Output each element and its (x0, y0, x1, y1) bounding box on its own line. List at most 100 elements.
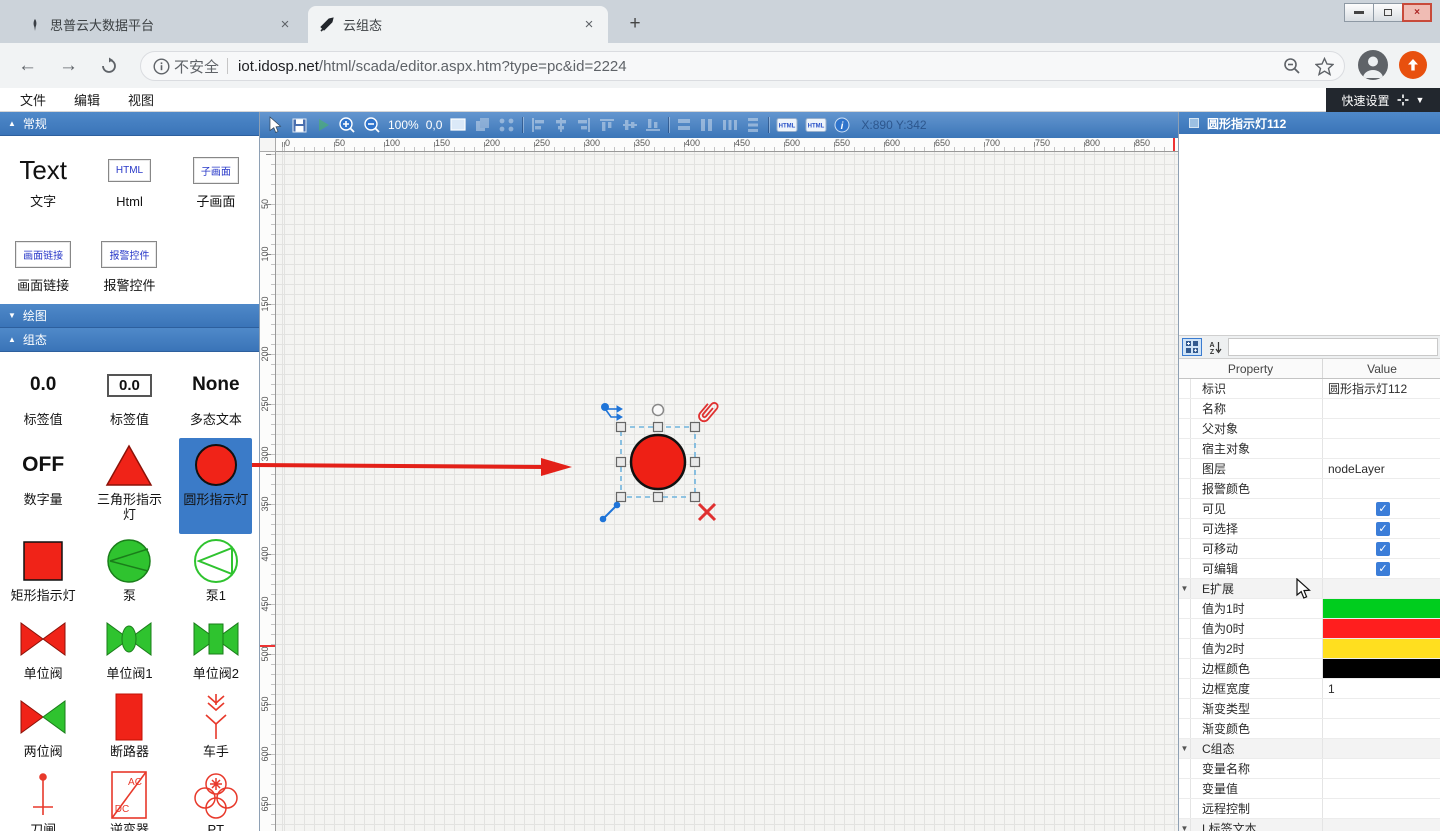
connector-tool-icon[interactable] (602, 404, 623, 421)
property-row[interactable]: 远程控制 (1179, 799, 1440, 819)
zoom-out-page-icon[interactable] (1283, 57, 1301, 75)
bookmark-star-icon[interactable] (1315, 57, 1334, 76)
distribute-h-icon[interactable] (722, 117, 738, 133)
color-swatch[interactable] (1323, 639, 1440, 658)
palette-item-alarm-control[interactable]: 报警控件 报警控件 (96, 230, 162, 296)
color-swatch[interactable] (1323, 659, 1440, 678)
select-cursor-icon[interactable] (266, 116, 284, 134)
rotate-handle[interactable] (653, 405, 664, 416)
palette-item-unit-valve[interactable]: 单位阀 (10, 612, 76, 690)
property-row[interactable]: 值为2时 (1179, 639, 1440, 659)
property-row[interactable]: 变量名称 (1179, 759, 1440, 779)
align-left-icon[interactable] (530, 117, 546, 133)
property-row[interactable]: 标识圆形指示灯112 (1179, 379, 1440, 399)
tab-dashboard[interactable]: 思普云大数据平台 × (16, 6, 304, 43)
property-value[interactable]: ✓ (1323, 519, 1440, 538)
zoom-in-icon[interactable] (338, 116, 356, 134)
property-row[interactable]: 父对象 (1179, 419, 1440, 439)
align-right-icon[interactable] (576, 117, 592, 133)
property-value[interactable] (1323, 399, 1440, 418)
property-value[interactable]: ✓ (1323, 559, 1440, 578)
property-row[interactable]: 边框颜色 (1179, 659, 1440, 679)
palette-item-unit-valve2[interactable]: 单位阀2 (183, 612, 249, 690)
html-export2-icon[interactable]: HTML (805, 117, 827, 133)
tab-close-icon[interactable]: × (276, 16, 294, 33)
palette-item-digital[interactable]: OFF 数字量 (10, 438, 76, 534)
property-row[interactable]: 宿主对象 (1179, 439, 1440, 459)
property-value[interactable] (1323, 819, 1440, 831)
property-value[interactable]: ✓ (1323, 499, 1440, 518)
palette-item-pt[interactable]: PT (183, 768, 249, 831)
delete-icon[interactable] (699, 504, 715, 520)
tab-close-icon[interactable]: × (580, 16, 598, 33)
property-row[interactable]: 可编辑✓ (1179, 559, 1440, 579)
sort-az-button[interactable]: A Z (1205, 338, 1225, 356)
zoom-out-icon[interactable] (363, 116, 381, 134)
property-value[interactable] (1323, 799, 1440, 818)
property-value[interactable]: ✓ (1323, 539, 1440, 558)
html-export-icon[interactable]: HTML (776, 117, 798, 133)
checkbox-checked[interactable]: ✓ (1376, 562, 1390, 576)
property-value[interactable] (1323, 699, 1440, 718)
copy-icon[interactable] (474, 117, 491, 133)
palette-item-screen-link[interactable]: 画面链接 画面链接 (10, 230, 76, 296)
property-value[interactable] (1323, 739, 1440, 758)
url-field[interactable]: 不安全 iot.idosp.net/html/scada/editor.aspx… (140, 51, 1345, 81)
property-value[interactable] (1323, 619, 1440, 638)
property-row[interactable]: 可选择✓ (1179, 519, 1440, 539)
checkbox-checked[interactable]: ✓ (1376, 502, 1390, 516)
same-height-icon[interactable] (699, 117, 715, 133)
property-row[interactable]: 渐变颜色 (1179, 719, 1440, 739)
property-row[interactable]: 名称 (1179, 399, 1440, 419)
quick-settings-button[interactable]: 快速设置 ▼ (1326, 88, 1440, 112)
canvas-size-icon[interactable] (449, 117, 467, 133)
property-value[interactable] (1323, 759, 1440, 778)
palette-item-inverter[interactable]: AC DC 逆变器 (96, 768, 162, 831)
align-middle-icon[interactable] (622, 117, 638, 133)
align-center-icon[interactable] (553, 117, 569, 133)
color-swatch[interactable] (1323, 599, 1440, 618)
align-top-icon[interactable] (599, 117, 615, 133)
close-button[interactable]: × (1402, 3, 1432, 22)
property-value[interactable]: 圆形指示灯112 (1323, 379, 1440, 398)
info-icon[interactable]: i (834, 117, 850, 133)
section-header-scada[interactable]: ▲ 组态 (0, 328, 259, 352)
tab-scada-editor[interactable]: 云组态 × (308, 6, 608, 43)
palette-item-text[interactable]: Text 文字 (10, 146, 76, 212)
section-header-general[interactable]: ▲ 常规 (0, 112, 259, 136)
group-collapse-icon[interactable]: ▼ (1179, 819, 1191, 831)
color-swatch[interactable] (1323, 619, 1440, 638)
palette-item-handcart[interactable]: 车手 (183, 690, 249, 768)
categorized-view-button[interactable] (1182, 338, 1202, 356)
property-value[interactable] (1323, 439, 1440, 458)
back-icon[interactable]: ← (18, 55, 37, 77)
palette-item-circle-indicator[interactable]: 圆形指示灯 (179, 438, 252, 534)
design-canvas[interactable] (276, 152, 1178, 831)
group-icon[interactable] (498, 117, 515, 133)
attach-paperclip-icon[interactable] (697, 400, 719, 424)
checkbox-checked[interactable]: ✓ (1376, 542, 1390, 556)
property-group-row[interactable]: ▼C组态 (1179, 739, 1440, 759)
property-row[interactable]: 图层nodeLayer (1179, 459, 1440, 479)
palette-item-subscreen[interactable]: 子画面 子画面 (183, 146, 249, 212)
property-row[interactable]: 值为1时 (1179, 599, 1440, 619)
property-row[interactable]: 边框宽度1 (1179, 679, 1440, 699)
reload-icon[interactable] (100, 57, 118, 75)
property-value[interactable] (1323, 479, 1440, 498)
property-row[interactable]: 报警颜色 (1179, 479, 1440, 499)
palette-item-triangle-indicator[interactable]: 三角形指示灯 (91, 438, 167, 534)
group-collapse-icon[interactable]: ▼ (1179, 579, 1191, 598)
palette-item-rect-indicator[interactable]: 矩形指示灯 (7, 534, 80, 612)
property-value[interactable] (1323, 599, 1440, 618)
same-width-icon[interactable] (676, 117, 692, 133)
property-row[interactable]: 变量值 (1179, 779, 1440, 799)
palette-item-multistate-text[interactable]: None 多态文本 (183, 358, 249, 438)
browser-update-icon[interactable] (1399, 51, 1427, 79)
minimize-button[interactable] (1344, 3, 1374, 22)
property-row[interactable]: 可见✓ (1179, 499, 1440, 519)
property-row[interactable]: 渐变类型 (1179, 699, 1440, 719)
palette-item-pump1[interactable]: 泵1 (183, 534, 249, 612)
property-value[interactable]: nodeLayer (1323, 459, 1440, 478)
section-header-drawing[interactable]: ▼ 绘图 (0, 304, 259, 328)
palette-item-two-position-valve[interactable]: 两位阀 (10, 690, 76, 768)
